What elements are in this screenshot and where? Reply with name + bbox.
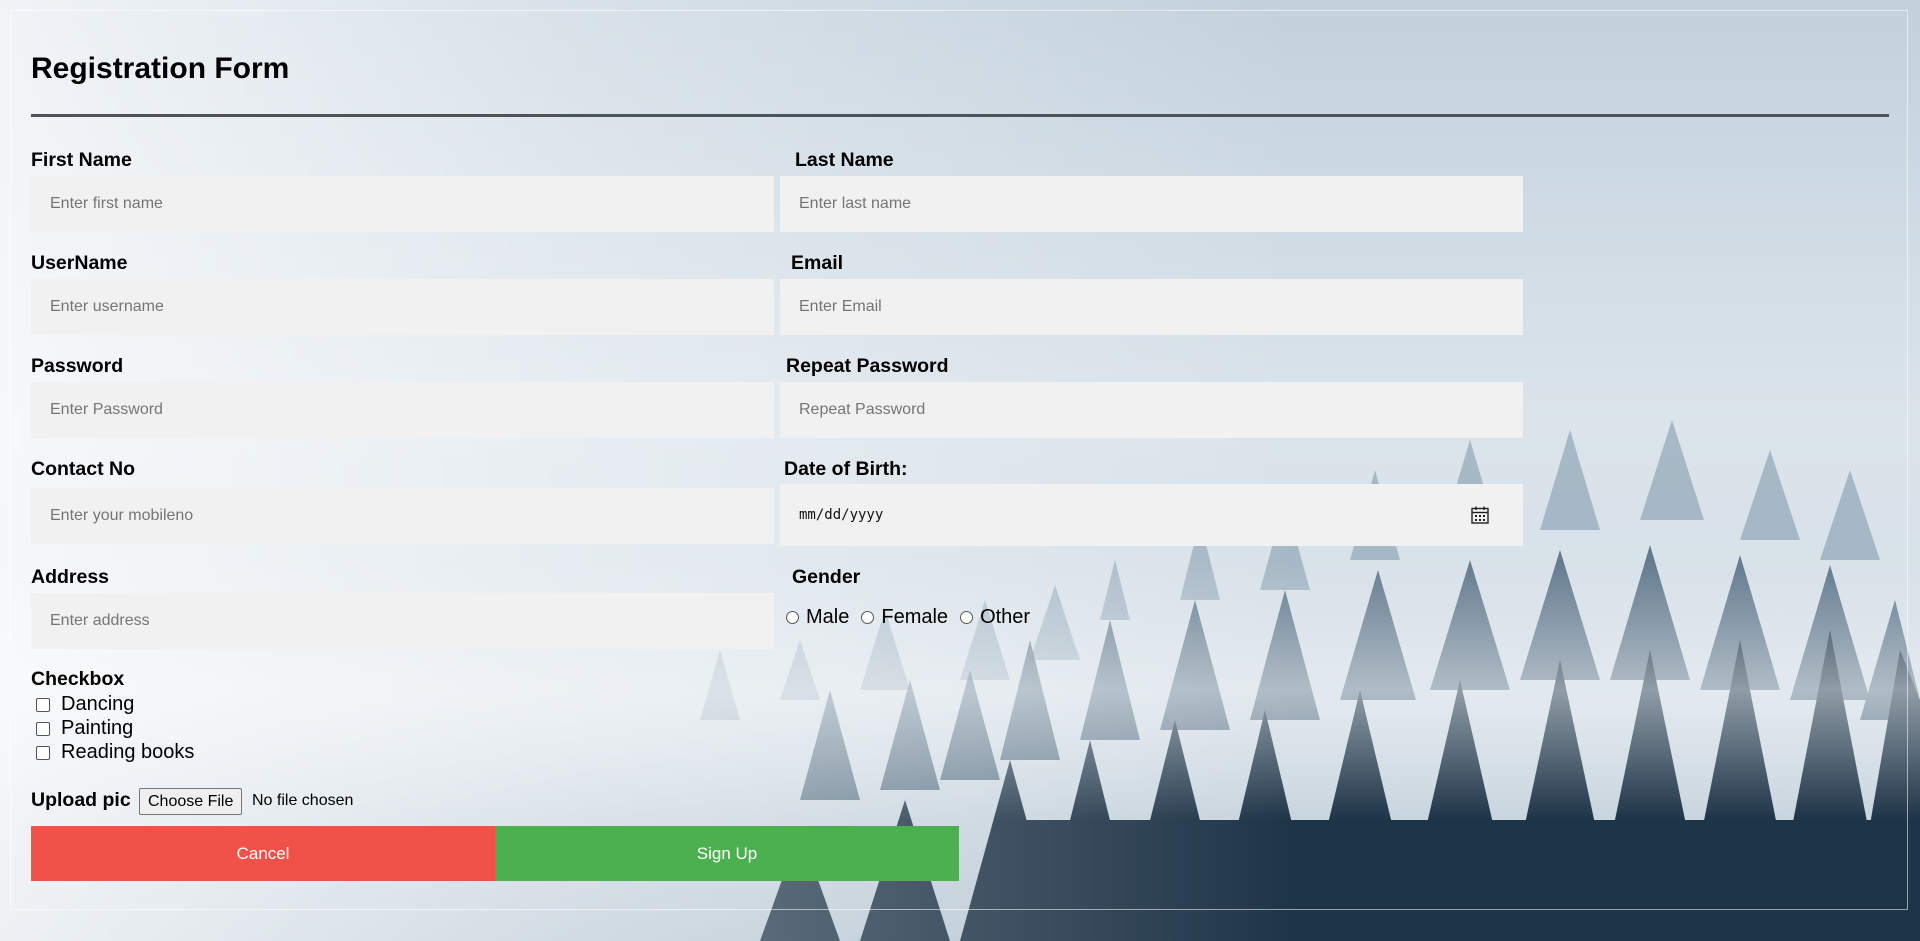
contact-input[interactable]: Enter your mobileno <box>31 488 774 544</box>
dob-input[interactable]: mm/dd/yyyy <box>780 484 1523 546</box>
dob-placeholder: mm/dd/yyyy <box>799 507 884 523</box>
gender-radio-female[interactable] <box>861 611 875 624</box>
gender-radio-other[interactable] <box>960 611 974 624</box>
repeat-password-input[interactable]: Repeat Password <box>780 382 1523 438</box>
repeat-password-label: Repeat Password <box>786 355 949 377</box>
checkbox-painting[interactable] <box>36 721 50 736</box>
last-name-input[interactable]: Enter last name <box>780 176 1523 232</box>
cancel-button[interactable]: Cancel <box>31 826 495 881</box>
upload-pic-label: Upload pic <box>31 789 131 811</box>
email-placeholder: Enter Email <box>799 298 882 315</box>
file-status-text: No file chosen <box>252 792 354 809</box>
dob-label: Date of Birth: <box>784 458 908 480</box>
calendar-icon[interactable] <box>1470 505 1490 525</box>
first-name-placeholder: Enter first name <box>50 195 163 212</box>
gender-option-female[interactable]: Female <box>881 606 948 629</box>
gender-radio-group: Male Female Other <box>786 606 1042 629</box>
registration-form-container <box>10 10 1908 910</box>
gender-option-male[interactable]: Male <box>806 606 849 629</box>
address-input[interactable]: Enter address <box>31 593 774 649</box>
first-name-input[interactable]: Enter first name <box>31 176 774 232</box>
checkbox-row-dancing: Dancing <box>36 693 134 716</box>
page-title: Registration Form <box>31 52 290 85</box>
last-name-placeholder: Enter last name <box>799 195 912 212</box>
checkbox-reading-books[interactable] <box>36 745 50 760</box>
checkbox-painting-label[interactable]: Painting <box>61 717 133 740</box>
gender-radio-male[interactable] <box>786 611 799 624</box>
last-name-label: Last Name <box>795 149 894 171</box>
username-input[interactable]: Enter username <box>31 279 774 335</box>
repeat-password-placeholder: Repeat Password <box>799 401 926 418</box>
contact-placeholder: Enter your mobileno <box>50 507 194 524</box>
password-label: Password <box>31 355 124 377</box>
choose-file-button[interactable]: Choose File <box>139 788 243 815</box>
password-placeholder: Enter Password <box>50 401 163 418</box>
checkbox-label: Checkbox <box>31 668 125 690</box>
gender-option-other[interactable]: Other <box>980 606 1030 629</box>
sign-up-button[interactable]: Sign Up <box>495 826 959 881</box>
checkbox-dancing[interactable] <box>36 697 50 712</box>
username-placeholder: Enter username <box>50 298 164 315</box>
title-divider <box>31 114 1889 117</box>
address-label: Address <box>31 566 110 588</box>
checkbox-row-reading: Reading books <box>36 741 194 764</box>
checkbox-reading-books-label[interactable]: Reading books <box>61 741 194 764</box>
first-name-label: First Name <box>31 149 132 171</box>
checkbox-row-painting: Painting <box>36 717 133 740</box>
checkbox-dancing-label[interactable]: Dancing <box>61 693 134 716</box>
address-placeholder: Enter address <box>50 612 150 629</box>
email-input[interactable]: Enter Email <box>780 279 1523 335</box>
gender-label: Gender <box>792 566 861 588</box>
email-label: Email <box>791 252 844 274</box>
password-input[interactable]: Enter Password <box>31 382 774 438</box>
username-label: UserName <box>31 252 128 274</box>
contact-label: Contact No <box>31 458 135 480</box>
